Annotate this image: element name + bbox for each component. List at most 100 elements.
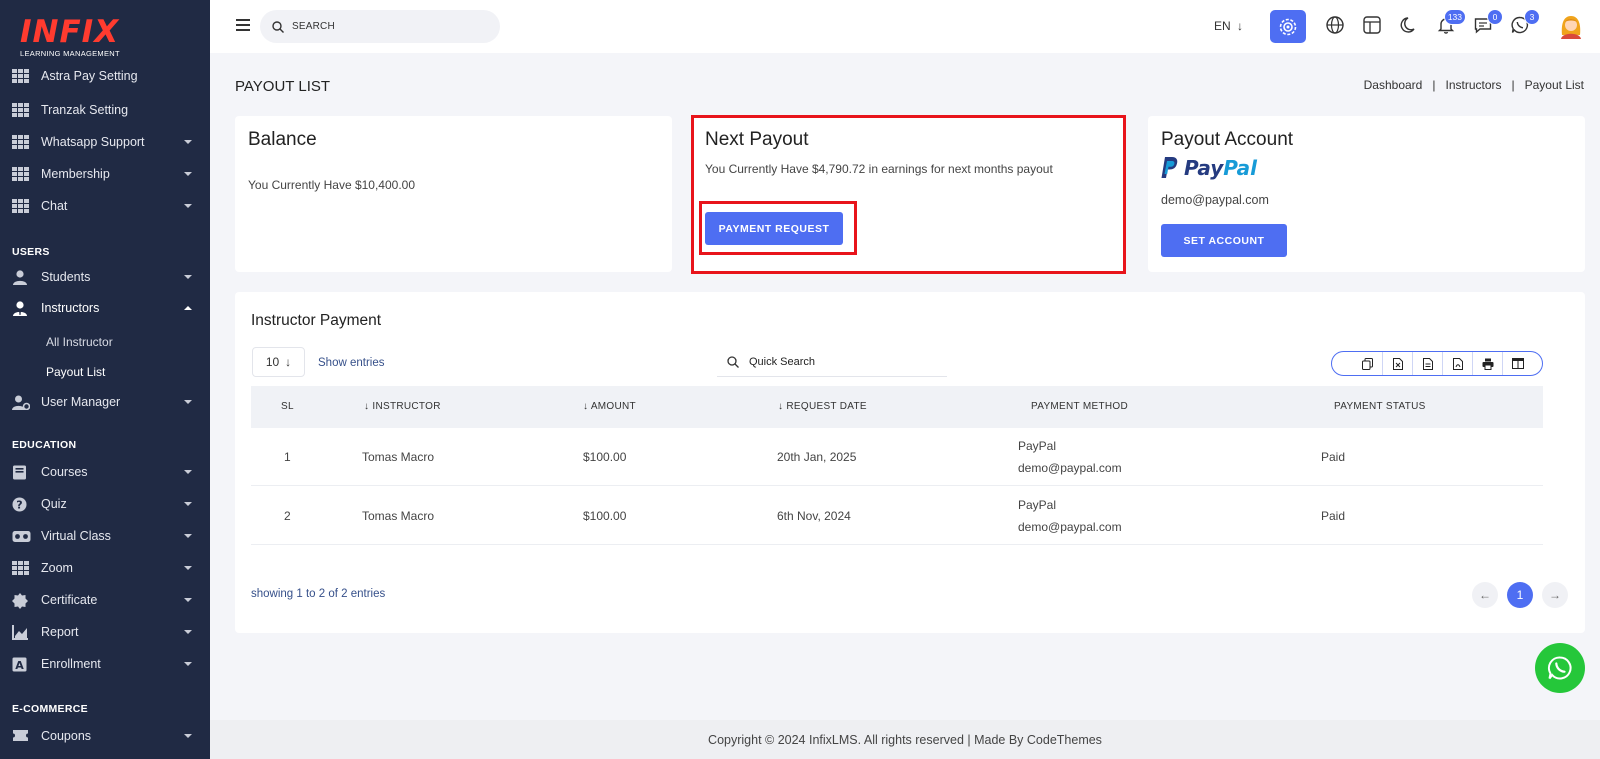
sidebar-item-user-manager[interactable]: User Manager — [0, 388, 210, 416]
csv-button[interactable] — [1412, 352, 1442, 375]
sidebar-item-instructors[interactable]: Instructors — [0, 294, 210, 322]
sidebar-subitem-payout-list[interactable]: Payout List — [46, 365, 105, 379]
search-placeholder: SEARCH — [292, 21, 335, 32]
showing-entries-info: showing 1 to 2 of 2 entries — [251, 588, 386, 600]
website-globe-icon[interactable] — [1325, 15, 1347, 37]
table-title: Instructor Payment — [251, 312, 382, 329]
pagination-prev-button[interactable]: ← — [1472, 582, 1498, 608]
paypal-logo: Pay Pal — [1161, 156, 1257, 180]
sidebar-item-label: Quiz — [41, 497, 67, 511]
arrow-right-icon: → — [1549, 588, 1561, 602]
chevron-up-icon — [184, 306, 192, 310]
sidebar-item-chat[interactable]: Chat — [0, 192, 210, 220]
sidebar-item-zoom[interactable]: Zoom — [0, 554, 210, 582]
sidebar-item-label: Instructors — [41, 301, 100, 315]
sidebar-item-label: Students — [41, 270, 91, 284]
whatsapp-icon[interactable]: 3 — [1510, 9, 1540, 37]
cell-payment-method: PayPal — [1018, 439, 1057, 453]
hamburger-menu-icon[interactable] — [236, 19, 250, 31]
svg-text:?: ? — [16, 498, 22, 511]
sidebar-item-tranzak[interactable]: Tranzak Setting — [0, 96, 210, 124]
sidebar-item-virtual-class[interactable]: Virtual Class — [0, 522, 210, 550]
sidebar-item-enrollment[interactable]: A Enrollment — [0, 650, 210, 678]
chevron-down-icon — [184, 566, 192, 570]
section-ecommerce: E-COMMERCE — [12, 703, 88, 715]
sidebar-item-quiz[interactable]: ? Quiz — [0, 490, 210, 518]
sidebar-subitem-all-instructor[interactable]: All Instructor — [46, 335, 113, 349]
th-request-date[interactable]: ↓ REQUEST DATE — [778, 401, 867, 412]
breadcrumb-dashboard[interactable]: Dashboard — [1364, 78, 1423, 92]
dark-mode-moon-icon[interactable] — [1399, 15, 1421, 37]
book-icon — [12, 465, 29, 480]
cell-payment-email: demo@paypal.com — [1018, 520, 1122, 534]
th-payment-status[interactable]: PAYMENT STATUS — [1334, 401, 1426, 412]
layout-icon[interactable] — [1362, 15, 1384, 37]
chevron-down-icon — [184, 598, 192, 602]
table-header: SL ↓ INSTRUCTOR ↓ AMOUNT ↓ REQUEST DATE … — [251, 386, 1543, 428]
search-icon — [272, 20, 284, 33]
set-account-button[interactable]: SET ACCOUNT — [1161, 224, 1287, 257]
export-button-group — [1331, 351, 1543, 376]
whatsapp-floating-button[interactable] — [1535, 643, 1585, 693]
pdf-file-icon — [1452, 357, 1463, 370]
sidebar-item-membership[interactable]: Membership — [0, 160, 210, 188]
cell-sl: 1 — [284, 450, 291, 464]
enrollment-icon: A — [12, 657, 29, 672]
chevron-down-icon — [184, 502, 192, 506]
pagination-next-button[interactable]: → — [1542, 582, 1568, 608]
paypal-icon — [1161, 157, 1178, 178]
sidebar-item-label: Whatsapp Support — [41, 135, 145, 149]
page-title: PAYOUT LIST — [235, 78, 331, 95]
pagination-page-button[interactable]: 1 — [1507, 582, 1533, 608]
gear-icon — [1279, 18, 1297, 35]
chevron-down-icon — [184, 204, 192, 208]
whatsapp-count-badge: 3 — [1524, 9, 1540, 25]
th-payment-method[interactable]: PAYMENT METHOD — [1031, 401, 1128, 412]
excel-file-icon — [1392, 357, 1403, 370]
topbar: SEARCH EN ↓ 133 0 3 — [210, 0, 1600, 53]
sidebar-item-coupons[interactable]: Coupons — [0, 722, 210, 750]
th-sl[interactable]: SL — [281, 401, 294, 412]
breadcrumb-instructors[interactable]: Instructors — [1445, 78, 1501, 92]
language-selector[interactable]: EN ↓ — [1214, 19, 1243, 33]
search-input[interactable]: SEARCH — [260, 10, 500, 43]
avatar[interactable] — [1558, 13, 1584, 39]
print-button[interactable] — [1472, 352, 1502, 375]
columns-icon — [1511, 358, 1524, 369]
settings-button[interactable] — [1270, 10, 1306, 43]
sidebar-item-courses[interactable]: Courses — [0, 458, 210, 486]
message-icon[interactable]: 0 — [1473, 9, 1503, 37]
cell-amount: $100.00 — [583, 509, 627, 523]
sidebar-item-report[interactable]: Report — [0, 618, 210, 646]
sidebar-item-label: Report — [41, 625, 79, 639]
csv-file-icon — [1422, 357, 1433, 370]
logo[interactable]: INFIX LEARNING MANAGEMENT — [0, 0, 210, 66]
sidebar-item-whatsapp-support[interactable]: Whatsapp Support — [0, 128, 210, 156]
sort-arrow-icon: ↓ — [583, 401, 591, 412]
pdf-button[interactable] — [1442, 352, 1472, 375]
excel-button[interactable] — [1382, 352, 1412, 375]
question-icon: ? — [12, 497, 29, 512]
table-row: 2 Tomas Macro $100.00 6th Nov, 2024 PayP… — [251, 487, 1543, 545]
copy-icon — [1361, 357, 1373, 370]
sidebar-item-label: Enrollment — [41, 657, 101, 671]
notification-bell-icon[interactable]: 133 — [1436, 9, 1466, 37]
grid-icon — [12, 134, 29, 150]
th-amount[interactable]: ↓ AMOUNT — [583, 401, 636, 412]
cell-request-date: 20th Jan, 2025 — [777, 450, 857, 464]
copy-button[interactable] — [1352, 352, 1382, 375]
sidebar-item-students[interactable]: Students — [0, 263, 210, 291]
sidebar-item-label: Certificate — [41, 593, 98, 607]
grid-icon — [12, 68, 29, 84]
instructor-icon — [12, 300, 29, 316]
th-instructor[interactable]: ↓ INSTRUCTOR — [364, 401, 441, 412]
column-visibility-button[interactable] — [1502, 352, 1532, 375]
sidebar-item-certificate[interactable]: Certificate — [0, 586, 210, 614]
chart-icon — [12, 624, 29, 640]
sidebar-item-astra-pay[interactable]: Astra Pay Setting — [0, 62, 210, 90]
entries-select[interactable]: 10 ↓ — [252, 347, 305, 377]
grid-icon — [12, 198, 29, 214]
balance-text: You Currently Have $10,400.00 — [248, 178, 416, 192]
quick-search-input[interactable]: Quick Search — [717, 348, 947, 377]
cell-payment-email: demo@paypal.com — [1018, 461, 1122, 475]
